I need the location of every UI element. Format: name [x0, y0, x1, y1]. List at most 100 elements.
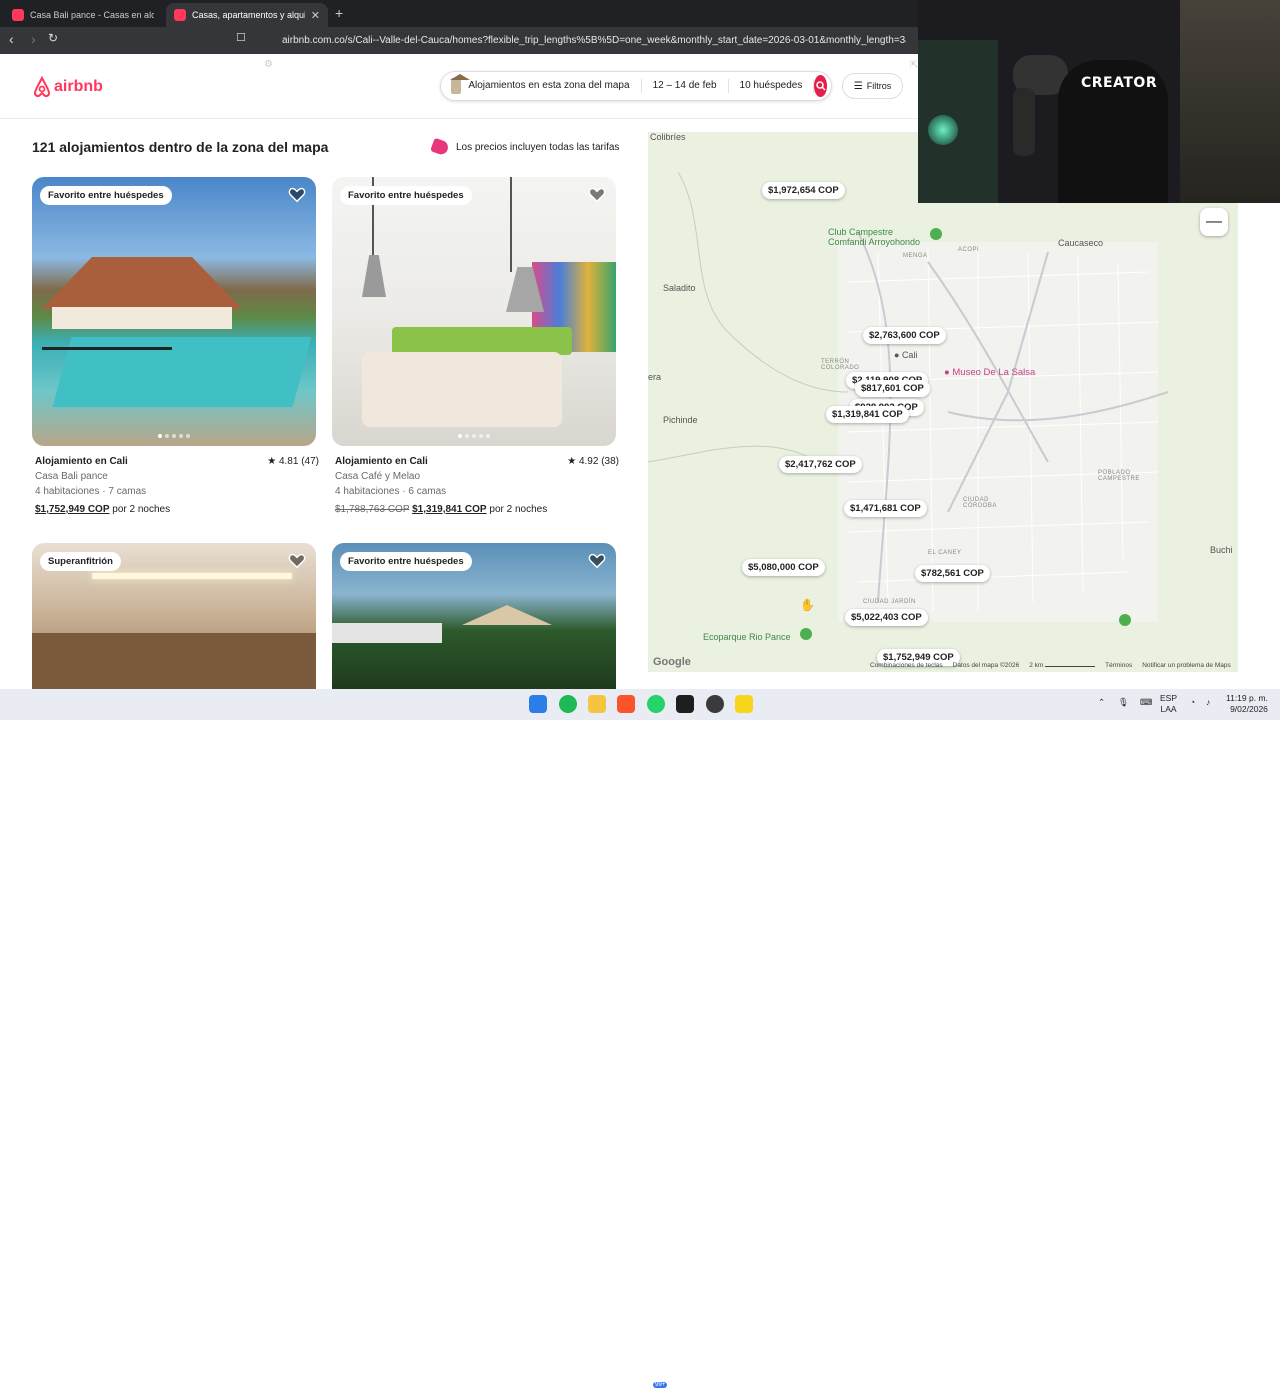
- report-problem-link[interactable]: Notificar un problema de Maps: [1142, 662, 1231, 669]
- google-logo: Google: [653, 656, 691, 668]
- browser-tab-1[interactable]: Casa Bali pance - Casas en alquiler en C…: [4, 3, 162, 27]
- search-bar[interactable]: Alojamientos en esta zona del mapa 12 – …: [440, 71, 832, 101]
- map[interactable]: Colibríes Club Campestre Comfandi Arroyo…: [648, 132, 1238, 672]
- results-title: 121 alojamientos dentro de la zona del m…: [32, 139, 329, 155]
- park-marker-icon[interactable]: [930, 228, 942, 240]
- price-value[interactable]: $1,319,841 COP: [412, 504, 487, 515]
- map-price-pin[interactable]: $1,471,681 COP: [844, 500, 927, 517]
- rating-value: 4.92 (38): [578, 456, 619, 467]
- volume-icon[interactable]: ♪: [1206, 697, 1210, 708]
- chairs: [362, 352, 562, 427]
- map-label-cordoba: CIUDAD CÓRDOBA: [963, 497, 997, 509]
- spotify-icon[interactable]: [559, 695, 577, 713]
- map-price-pin[interactable]: $5,022,403 COP: [845, 609, 928, 626]
- search-location[interactable]: Alojamientos en esta zona del mapa: [461, 79, 642, 93]
- listing-info[interactable]: Alojamiento en Cali ★ 4.92 (38) Casa Caf…: [335, 454, 619, 517]
- park-marker-icon[interactable]: [1119, 614, 1131, 626]
- price-tag-icon: [430, 137, 450, 157]
- park-marker-icon[interactable]: [800, 628, 812, 640]
- sticky-notes-icon[interactable]: [735, 695, 753, 713]
- map-price-pin[interactable]: $782,561 COP: [915, 565, 990, 582]
- keyboard-shortcuts-link[interactable]: Combinaciones de teclas: [870, 662, 943, 669]
- heart-icon[interactable]: [588, 186, 606, 204]
- search-dates[interactable]: 12 – 14 de feb: [642, 79, 729, 93]
- zoom-out-button[interactable]: —: [1200, 208, 1228, 236]
- back-icon[interactable]: ‹: [9, 31, 14, 47]
- obs-icon[interactable]: [706, 695, 724, 713]
- ceiling-light: [92, 573, 292, 579]
- heart-icon[interactable]: [288, 552, 306, 570]
- forward-icon[interactable]: ›: [31, 31, 36, 47]
- map-label-acopi: ACOPI: [958, 247, 980, 253]
- url-field[interactable]: airbnb.com.co/s/Cali--Valle-del-Cauca/ho…: [256, 31, 906, 50]
- listing-photo[interactable]: Superanfitrión: [32, 543, 316, 689]
- wifi-icon[interactable]: ◔: [1190, 697, 1195, 708]
- kitchen-cabinets: [32, 633, 316, 689]
- bookmark-icon[interactable]: ☐: [236, 31, 246, 44]
- map-price-pin[interactable]: $1,319,841 COP: [826, 406, 909, 423]
- language-indicator[interactable]: ESP LAA: [1160, 693, 1177, 715]
- windows-start-icon[interactable]: [529, 695, 547, 713]
- map-label-caney: EL CANEY: [928, 550, 962, 556]
- file-explorer-icon[interactable]: [588, 695, 606, 713]
- listing-photo[interactable]: Favorito entre huéspedes: [332, 177, 616, 446]
- map-label-era: era: [648, 372, 662, 382]
- terms-link[interactable]: Términos: [1105, 662, 1132, 669]
- map-label-colibries: Colibríes: [650, 132, 686, 142]
- map-label-cali: ● Cali: [894, 350, 918, 360]
- whatsapp-icon[interactable]: [647, 695, 665, 713]
- listing-location: Alojamiento en Cali: [35, 456, 128, 467]
- map-price-pin[interactable]: $2,417,762 COP: [779, 456, 862, 473]
- listing-photo[interactable]: Favorito entre huéspedes: [332, 543, 616, 689]
- filters-button[interactable]: ☰ Filtros: [842, 73, 903, 99]
- clock[interactable]: 11:19 p. m. 9/02/2026: [1226, 693, 1268, 715]
- star-icon: ★: [567, 456, 577, 467]
- map-price-pin[interactable]: $2,763,600 COP: [863, 327, 946, 344]
- map-label-terron: TERRÓN COLORADO: [821, 359, 860, 371]
- map-price-pin[interactable]: $5,080,000 COP: [742, 559, 825, 576]
- site-settings-icon[interactable]: ⚙: [264, 59, 273, 70]
- listing-photo[interactable]: Favorito entre huéspedes: [32, 177, 316, 446]
- brave-browser-icon[interactable]: [617, 695, 635, 713]
- map-price-pin[interactable]: $1,972,654 COP: [762, 182, 845, 199]
- airbnb-favicon-icon: [174, 9, 186, 21]
- price-suffix: por 2 noches: [489, 504, 548, 515]
- search-guests[interactable]: 10 huéspedes: [729, 79, 815, 93]
- map-label-caucaseco: Caucaseco: [1058, 238, 1104, 248]
- price-value[interactable]: $1,752,949 COP: [35, 504, 110, 515]
- app-tf-icon[interactable]: [676, 695, 694, 713]
- header-divider: [0, 118, 918, 119]
- close-tab-icon[interactable]: ✕: [311, 9, 320, 22]
- map-label-menga: MENGA: [903, 253, 928, 259]
- map-price-pin[interactable]: $817,601 COP: [855, 380, 930, 397]
- terrace-roof: [332, 623, 442, 643]
- map-label-jardin: CIUDAD JARDÍN: [863, 599, 916, 605]
- logo-text: airbnb: [54, 78, 103, 95]
- filters-icon: ☰: [853, 80, 863, 92]
- browser-tab-bar: Casa Bali pance - Casas en alquiler en C…: [0, 0, 918, 27]
- reload-icon[interactable]: ↻: [48, 31, 58, 45]
- microphone: [1013, 88, 1035, 156]
- pendant-lamp: [362, 255, 386, 297]
- tray-chevron-icon[interactable]: ⌃: [1098, 697, 1105, 708]
- airbnb-logo[interactable]: airbnb: [32, 76, 103, 98]
- microphone-tray-icon[interactable]: 🎙: [1118, 697, 1129, 708]
- map-data-text: Datos del mapa ©2026: [952, 662, 1020, 669]
- keyboard-icon[interactable]: ⌨: [1140, 697, 1152, 708]
- browser-tab-2[interactable]: Casas, apartamentos y alquileres de temp…: [166, 3, 328, 27]
- heart-icon[interactable]: [288, 186, 306, 204]
- map-roads: [648, 171, 1169, 622]
- heart-icon[interactable]: [588, 552, 606, 570]
- lamp-cord: [510, 177, 512, 272]
- listing-badge: Superanfitrión: [40, 552, 121, 571]
- house-icon: [450, 74, 470, 94]
- search-button[interactable]: [814, 75, 827, 97]
- background-wall: [1180, 0, 1280, 203]
- map-label-ecoparque: Ecoparque Rio Pance: [703, 632, 791, 642]
- new-tab-button[interactable]: +: [335, 5, 343, 21]
- price-note: Los precios incluyen todas las tarifas: [430, 137, 620, 157]
- listing-info[interactable]: Alojamiento en Cali ★ 4.81 (47) Casa Bal…: [35, 454, 319, 517]
- star-icon: ★: [267, 456, 277, 467]
- scale-label: 2 km: [1029, 662, 1096, 669]
- price-note-text: Los precios incluyen todas las tarifas: [456, 141, 620, 153]
